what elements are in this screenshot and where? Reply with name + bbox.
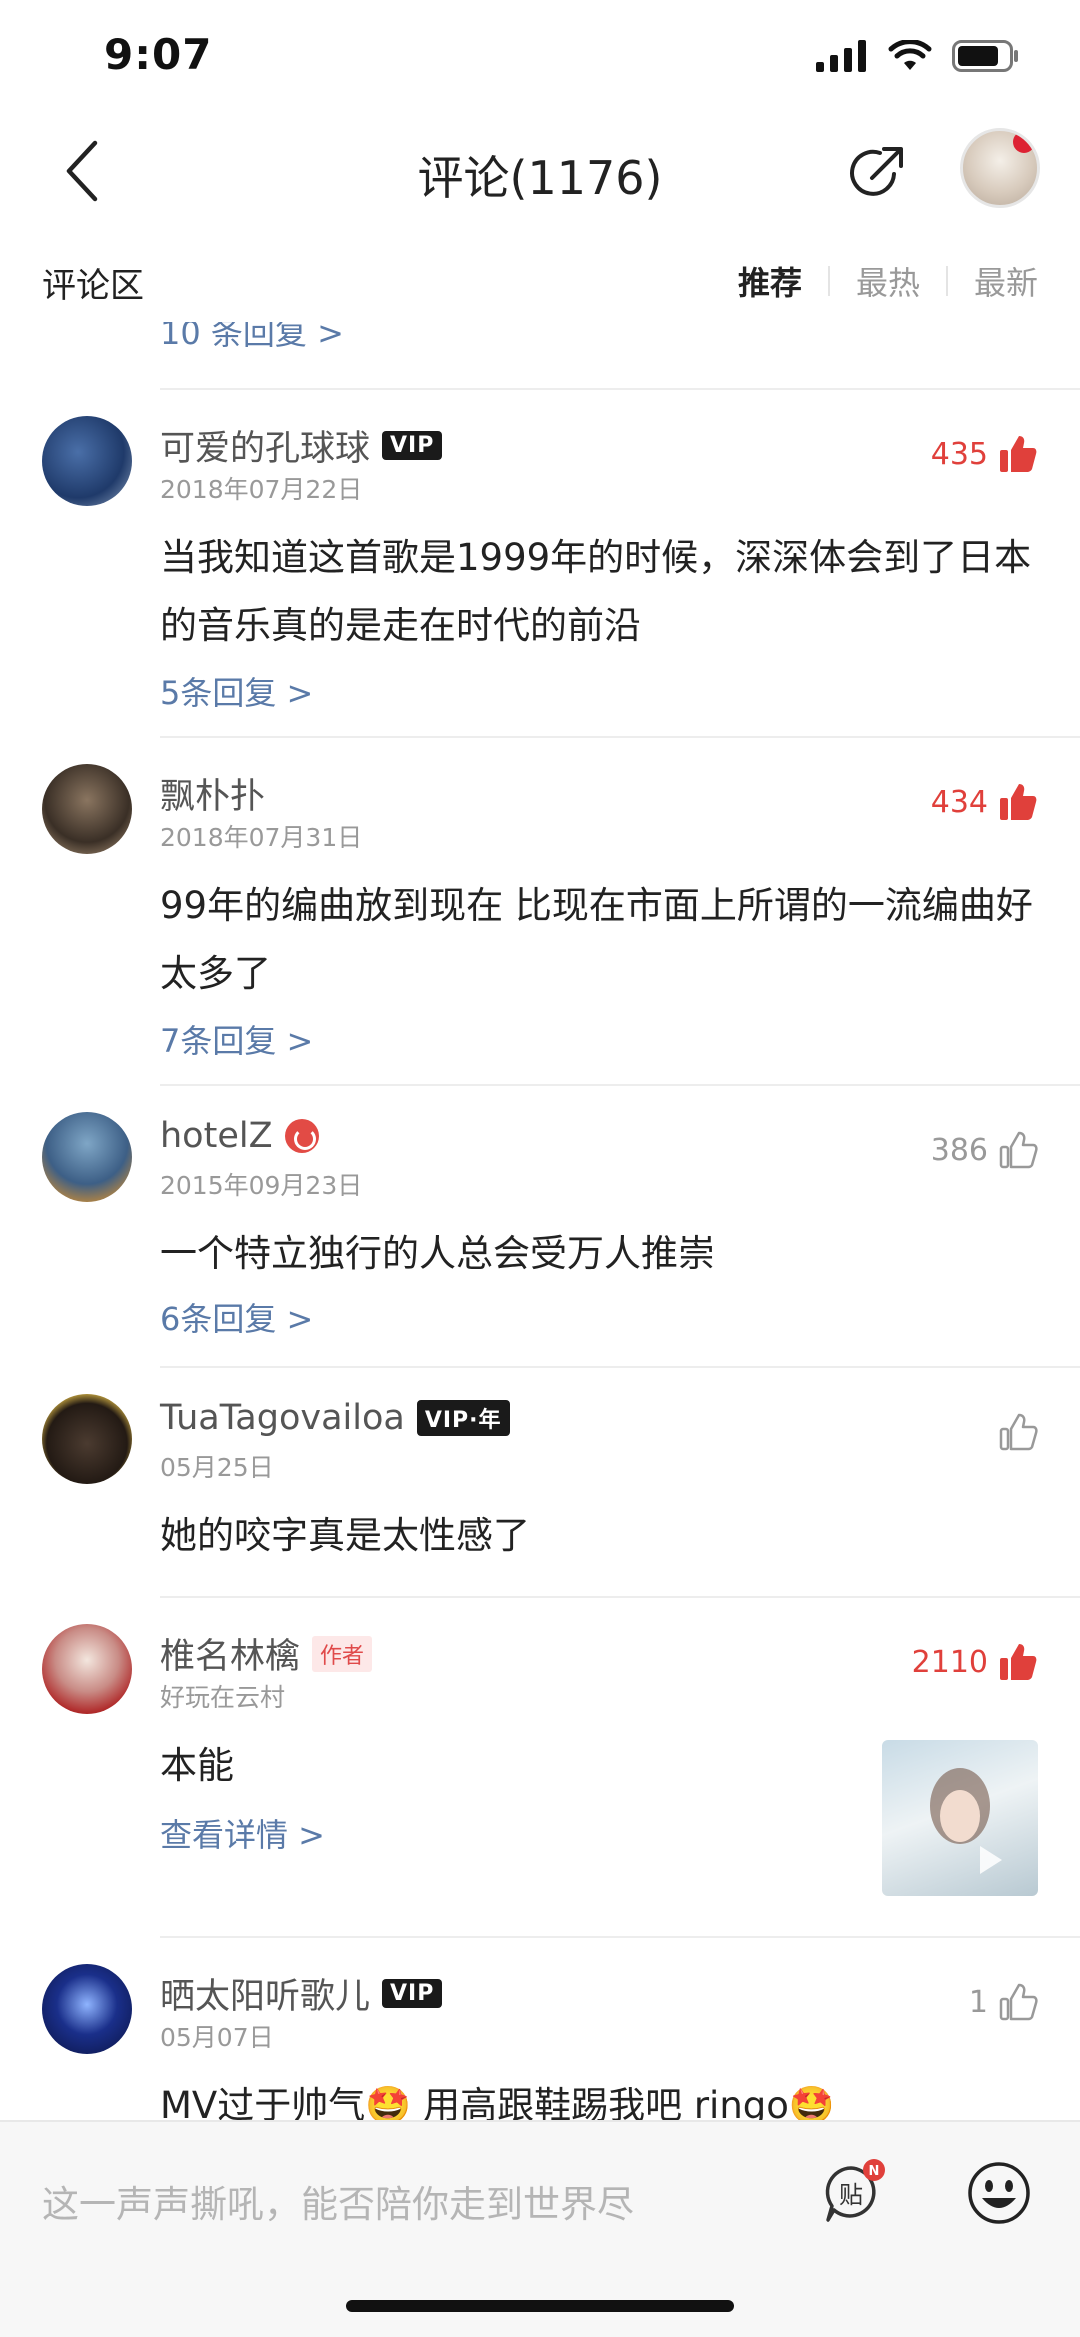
thumbs-up-filled-icon [1000, 436, 1037, 472]
thumbs-up-filled-icon [1000, 1644, 1037, 1680]
comment-item: TuaTagovailoa VIP·年 05月25日 她的咬字真是太性感了 [0, 1394, 1080, 1574]
comment-list[interactable]: 10 条回复 > 可爱的孔球球 VIP 2018年07月22日 435 当我知道… [0, 322, 1080, 2122]
thumbs-up-icon [999, 1413, 1038, 1451]
username[interactable]: hotelZ [160, 1116, 273, 1156]
tab-newest[interactable]: 最新 [948, 258, 1038, 304]
row-divider [160, 1366, 1080, 1368]
share-icon [850, 147, 903, 196]
replies-link[interactable]: 5条回复 > [160, 668, 313, 714]
comment-text: 99年的编曲放到现在 比现在市面上所谓的一流编曲好太多了 [160, 884, 1033, 995]
comment-text: 当我知道这首歌是1999年的时候，深深体会到了日本的音乐真的是走在时代的前沿 [160, 536, 1032, 647]
comment-date: 2018年07月22日 [160, 475, 363, 504]
tie-sticker-icon: 贴 N [825, 2159, 885, 2222]
like-count: 2110 [911, 1644, 988, 1680]
comment-item: 椎名林檎 作者 好玩在云村 2110 本能 查看详情 > [0, 1624, 1080, 1896]
comment-section-header: 评论区 推荐 最热 最新 [0, 242, 1080, 322]
tab-recommended[interactable]: 推荐 [712, 258, 828, 304]
comment-date: 2015年09月23日 [160, 1171, 363, 1200]
row-divider [160, 388, 1080, 390]
avatar[interactable] [42, 1394, 132, 1484]
musician-badge-icon [284, 1119, 319, 1153]
tie-label: 贴 [839, 2181, 863, 2209]
share-button[interactable] [844, 140, 910, 206]
vip-badge: VIP·年 [416, 1400, 510, 1436]
wifi-icon [888, 40, 932, 70]
vip-badge: VIP [382, 1979, 443, 2008]
like-count: 435 [930, 436, 988, 472]
like-count: 386 [930, 1132, 988, 1168]
replies-link[interactable]: 10 条回复 > [160, 322, 344, 354]
row-divider [160, 1084, 1080, 1086]
comment-date: 2018年07月31日 [160, 823, 363, 852]
smiley-icon [968, 2162, 1030, 2224]
video-thumbnail[interactable] [882, 1740, 1038, 1896]
username[interactable]: 椎名林檎 [160, 1628, 300, 1679]
notice-badge: N [869, 2164, 880, 2179]
row-divider [160, 736, 1080, 738]
row-divider [160, 1596, 1080, 1598]
vip-badge: VIP [382, 431, 443, 460]
tie-sticker-button[interactable]: 贴 N [818, 2158, 888, 2228]
author-badge: 作者 [312, 1635, 373, 1672]
username[interactable]: TuaTagovailoa [160, 1398, 405, 1438]
comment-item: hotelZ 2015年09月23日 386 一个特立独行的人总会受万人推崇 6… [0, 1112, 1080, 1338]
avatar[interactable] [42, 1112, 132, 1202]
tab-hottest[interactable]: 最热 [830, 258, 946, 304]
username-line: 飘朴扑 [160, 768, 265, 819]
comment-input[interactable]: 这一声声撕吼，能否陪你走到世界尽 [42, 2174, 634, 2228]
like-button[interactable]: 434 [931, 782, 1038, 822]
comment-item: 晒太阳听歌儿 VIP 05月07日 1 MV过于帅气🤩 用高跟鞋踢我吧 ring… [0, 1964, 1080, 2122]
comment-text: 她的咬字真是太性感了 [160, 1514, 530, 1557]
username-line: 椎名林檎 作者 [160, 1628, 373, 1679]
status-time: 9:07 [104, 30, 213, 79]
like-button[interactable]: 1 [969, 1982, 1038, 2022]
avatar[interactable] [42, 764, 132, 854]
status-bar: 9:07 [0, 0, 1080, 118]
comment-subtitle: 好玩在云村 [160, 1683, 286, 1712]
like-button[interactable]: 435 [931, 434, 1038, 474]
comment-text: MV过于帅气🤩 用高跟鞋踢我吧 ringo🤩 [160, 2084, 835, 2122]
like-button[interactable]: 2110 [912, 1642, 1038, 1682]
username[interactable]: 可爱的孔球球 [160, 420, 370, 471]
avatar[interactable] [42, 416, 132, 506]
username-line: TuaTagovailoa VIP·年 [160, 1398, 510, 1438]
like-button[interactable] [988, 1412, 1038, 1452]
row-divider [160, 1936, 1080, 1938]
status-icons [816, 40, 1020, 72]
play-icon [930, 1768, 1002, 1874]
thumbs-up-filled-icon [1000, 784, 1037, 820]
comment-text: 一个特立独行的人总会受万人推崇 [160, 1232, 715, 1275]
username-line: hotelZ [160, 1116, 319, 1156]
song-avatar[interactable] [960, 128, 1040, 208]
comment-item: 可爱的孔球球 VIP 2018年07月22日 435 当我知道这首歌是1999年… [0, 416, 1080, 712]
view-details-link[interactable]: 查看详情 > [160, 1810, 325, 1856]
emoji-button[interactable] [966, 2160, 1032, 2226]
username-line: 晒太阳听歌儿 VIP [160, 1968, 443, 2019]
thumbs-up-icon [999, 1983, 1038, 2021]
sort-tabs: 推荐 最热 最新 [712, 258, 1038, 304]
nav-bar: 评论(1176) [0, 118, 1080, 228]
username-line: 可爱的孔球球 VIP [160, 420, 443, 471]
like-button[interactable]: 386 [931, 1130, 1038, 1170]
replies-link[interactable]: 6条回复 > [160, 1294, 313, 1340]
comment-date: 05月07日 [160, 2023, 274, 2052]
replies-link[interactable]: 7条回复 > [160, 1016, 313, 1062]
cellular-signal-icon [816, 40, 866, 72]
page-title: 评论(1176) [417, 151, 663, 205]
section-title: 评论区 [42, 266, 144, 306]
like-count: 434 [930, 784, 988, 820]
username[interactable]: 飘朴扑 [160, 768, 265, 819]
avatar[interactable] [42, 1964, 132, 2054]
home-indicator[interactable] [346, 2300, 734, 2312]
username[interactable]: 晒太阳听歌儿 [160, 1968, 370, 2019]
avatar[interactable] [42, 1624, 132, 1714]
battery-icon [952, 40, 1018, 72]
thumbs-up-icon [999, 1131, 1038, 1169]
comment-item: 飘朴扑 2018年07月31日 434 99年的编曲放到现在 比现在市面上所谓的… [0, 764, 1080, 1060]
comment-date: 05月25日 [160, 1453, 274, 1482]
like-count: 1 [968, 1984, 988, 2020]
